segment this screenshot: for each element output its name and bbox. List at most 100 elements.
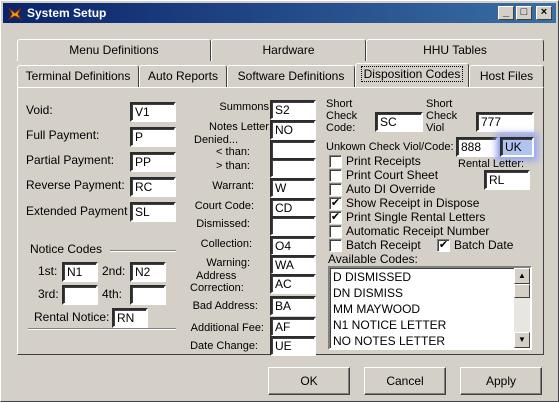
short-check-code-label-1: Short	[326, 98, 353, 110]
less-than-label: < than:	[216, 146, 250, 158]
additional-fee-field[interactable]: AF	[270, 317, 316, 337]
date-change-label: Date Change:	[190, 340, 258, 352]
print-single-rental-checkbox[interactable]: ✔	[329, 211, 342, 224]
scroll-up-button[interactable]: ▲	[514, 268, 530, 284]
notice-codes-divider	[110, 250, 176, 252]
rental-notice-field[interactable]: RN	[112, 308, 148, 328]
title-bar[interactable]: System Setup _ □ ×	[3, 3, 556, 23]
date-change-field[interactable]: UE	[270, 336, 316, 356]
available-codes-label: Available Codes:	[328, 252, 418, 266]
address-correction-label-2: Correction:	[190, 282, 244, 294]
notice-1st-label: 1st:	[38, 264, 58, 278]
print-court-sheet-checkbox[interactable]	[329, 169, 342, 182]
batch-receipt-checkbox[interactable]	[329, 239, 342, 252]
dismissed-field[interactable]	[270, 216, 316, 236]
print-court-sheet-label: Print Court Sheet	[346, 168, 439, 182]
notice-bottom-divider	[28, 328, 176, 330]
notice-4th-field[interactable]	[130, 285, 166, 305]
notice-codes-heading: Notice Codes	[30, 242, 103, 256]
auto-di-override-checkbox[interactable]	[329, 183, 342, 196]
ok-button[interactable]: OK	[268, 367, 350, 395]
unknown-check-label: Unkown Check Viol/Code:	[326, 141, 454, 153]
show-receipt-label: Show Receipt in Dispose	[346, 196, 480, 210]
maximize-button[interactable]: □	[516, 6, 532, 20]
tab-hhu-tables[interactable]: HHU Tables	[366, 39, 544, 61]
close-button[interactable]: ×	[536, 6, 552, 20]
void-label: Void:	[26, 103, 53, 117]
extended-payment-label: Extended Payment	[26, 204, 128, 218]
minimize-button[interactable]: _	[498, 6, 514, 20]
notice-3rd-label: 3rd:	[38, 287, 59, 301]
notice-4th-label: 4th:	[102, 287, 123, 301]
auto-di-override-label: Auto DI Override	[346, 182, 436, 196]
additional-fee-label: Additional Fee:	[190, 322, 264, 334]
arrow-up-icon: ▲	[518, 271, 526, 280]
tab-hardware[interactable]: Hardware	[211, 39, 366, 61]
batch-receipt-label: Batch Receipt	[346, 238, 421, 252]
short-check-code-label-2: Check	[326, 110, 358, 122]
reverse-payment-label: Reverse Payment:	[26, 178, 125, 192]
denied-label: Denied...	[194, 134, 239, 146]
court-code-field[interactable]: CD	[270, 198, 316, 218]
short-check-viol-field[interactable]: 777	[476, 112, 534, 132]
extended-payment-field[interactable]: SL	[130, 202, 176, 222]
warning-field[interactable]: WA	[270, 255, 316, 275]
show-receipt-checkbox[interactable]: ✔	[329, 197, 342, 210]
arrow-down-icon: ▼	[518, 335, 526, 344]
print-receipts-checkbox[interactable]	[329, 155, 342, 168]
address-correction-label-1: Address	[196, 270, 237, 282]
less-than-field[interactable]	[270, 140, 316, 160]
partial-payment-field[interactable]: PP	[130, 152, 176, 172]
batch-date-checkbox[interactable]: ✔	[437, 239, 450, 252]
tab-host-files[interactable]: Host Files	[469, 65, 544, 87]
list-item[interactable]: NO NOTES LETTER	[333, 334, 445, 348]
list-item[interactable]: DN DISMISS	[333, 286, 403, 300]
full-payment-field[interactable]: P	[130, 127, 176, 147]
warrant-field[interactable]: W	[270, 178, 316, 198]
tab-software-definitions[interactable]: Software Definitions	[227, 65, 355, 87]
summons-field[interactable]: S2	[270, 100, 316, 120]
maximize-icon: □	[520, 6, 528, 18]
short-check-code-label-3: Code:	[326, 122, 356, 134]
tab-auto-reports[interactable]: Auto Reports	[139, 65, 227, 87]
tab-disposition-codes[interactable]: Disposition Codes	[355, 63, 469, 87]
tab-menu-definitions[interactable]: Menu Definitions	[17, 39, 211, 61]
automatic-receipt-number-checkbox[interactable]	[329, 225, 342, 238]
close-icon: ×	[540, 6, 548, 18]
notice-1st-field[interactable]: N1	[62, 262, 98, 282]
collection-field[interactable]: O4	[270, 236, 316, 256]
unknown-check-viol-field[interactable]: 888	[456, 137, 498, 157]
greater-than-label: > than:	[216, 160, 250, 172]
collection-label: Collection:	[200, 238, 252, 250]
rental-letter-field[interactable]: RL	[484, 170, 530, 190]
void-field[interactable]: V1	[130, 102, 176, 122]
scroll-down-button[interactable]: ▼	[514, 332, 530, 348]
available-codes-scrollbar[interactable]: ▲ ▼	[514, 268, 530, 348]
automatic-receipt-number-label: Automatic Receipt Number	[346, 224, 490, 238]
unknown-check-code-field[interactable]: UK	[500, 137, 534, 157]
list-item[interactable]: MM MAYWOOD	[333, 302, 420, 316]
greater-than-field[interactable]	[270, 158, 316, 178]
dismissed-label: Dismissed:	[196, 218, 250, 230]
reverse-payment-field[interactable]: RC	[130, 177, 176, 197]
full-payment-label: Full Payment:	[26, 128, 100, 142]
short-check-viol-label-2: Check	[426, 110, 458, 122]
bad-address-field[interactable]: BA	[270, 296, 316, 316]
short-check-code-field[interactable]: SC	[375, 112, 423, 132]
partial-payment-label: Partial Payment:	[26, 153, 115, 167]
check-icon: ✔	[438, 239, 449, 251]
apply-button[interactable]: Apply	[460, 367, 542, 395]
scroll-thumb[interactable]	[514, 284, 530, 298]
notice-3rd-field[interactable]	[62, 285, 98, 305]
print-receipts-label: Print Receipts	[346, 154, 421, 168]
short-check-viol-label-1: Short	[426, 98, 453, 110]
list-item[interactable]: N1 NOTICE LETTER	[333, 318, 446, 332]
cancel-button[interactable]: Cancel	[364, 367, 446, 395]
address-correction-field[interactable]: AC	[270, 274, 316, 294]
tab-terminal-definitions[interactable]: Terminal Definitions	[17, 65, 139, 87]
notice-2nd-field[interactable]: N2	[130, 262, 166, 282]
available-codes-list[interactable]: D DISMISSED DN DISMISS MM MAYWOOD N1 NOT…	[328, 266, 532, 350]
bad-address-label: Bad Address:	[192, 300, 258, 312]
list-item[interactable]: D DISMISSED	[333, 270, 411, 284]
notes-letter-field[interactable]: NO	[270, 120, 316, 140]
